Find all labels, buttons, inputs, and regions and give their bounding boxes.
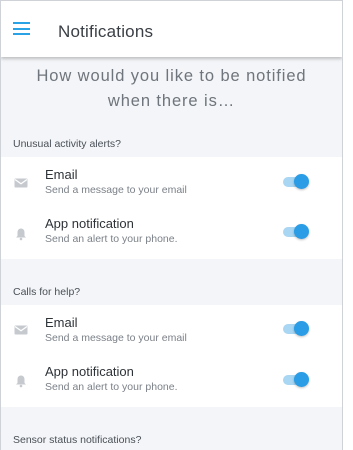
row-subtitle: Send a message to your email: [45, 184, 187, 196]
setting-row-email[interactable]: Email Send a message to your email: [1, 157, 342, 208]
section-header-calls-for-help: Calls for help?: [13, 286, 81, 298]
hamburger-menu-icon[interactable]: [13, 22, 30, 35]
toggle-knob: [294, 224, 309, 239]
intro-line-1: How would you like to be notified: [36, 67, 307, 85]
intro-text: How would you like to be notified when t…: [1, 57, 342, 126]
toggle-knob: [294, 174, 309, 189]
email-toggle[interactable]: [283, 321, 309, 336]
row-subtitle: Send an alert to your phone.: [45, 381, 178, 393]
row-title: Email: [45, 315, 78, 330]
toggle-knob: [294, 321, 309, 336]
email-icon: [14, 325, 28, 335]
app-notification-toggle[interactable]: [283, 372, 309, 387]
page-title: Notifications: [58, 22, 154, 41]
email-toggle[interactable]: [283, 174, 309, 189]
setting-row-email[interactable]: Email Send a message to your email: [1, 305, 342, 356]
row-subtitle: Send an alert to your phone.: [45, 233, 178, 245]
section-card-unusual-activity: Email Send a message to your email App n…: [1, 157, 342, 259]
bell-icon: [16, 228, 26, 241]
setting-row-app-notification[interactable]: App notification Send an alert to your p…: [1, 208, 342, 259]
row-title: App notification: [45, 216, 134, 231]
bell-icon: [16, 375, 26, 388]
section-header-unusual-activity: Unusual activity alerts?: [13, 138, 121, 150]
row-subtitle: Send a message to your email: [45, 332, 187, 344]
app-notification-toggle[interactable]: [283, 224, 309, 239]
row-title: Email: [45, 167, 78, 182]
app-frame: Notifications How would you like to be n…: [0, 0, 343, 450]
intro-line-2: when there is…: [107, 92, 236, 110]
section-header-sensor-status: Sensor status notifications?: [13, 434, 142, 446]
email-icon: [14, 178, 28, 188]
app-bar: Notifications: [1, 1, 342, 57]
section-card-calls-for-help: Email Send a message to your email App n…: [1, 305, 342, 407]
row-title: App notification: [45, 364, 134, 379]
toggle-knob: [294, 372, 309, 387]
setting-row-app-notification[interactable]: App notification Send an alert to your p…: [1, 356, 342, 407]
